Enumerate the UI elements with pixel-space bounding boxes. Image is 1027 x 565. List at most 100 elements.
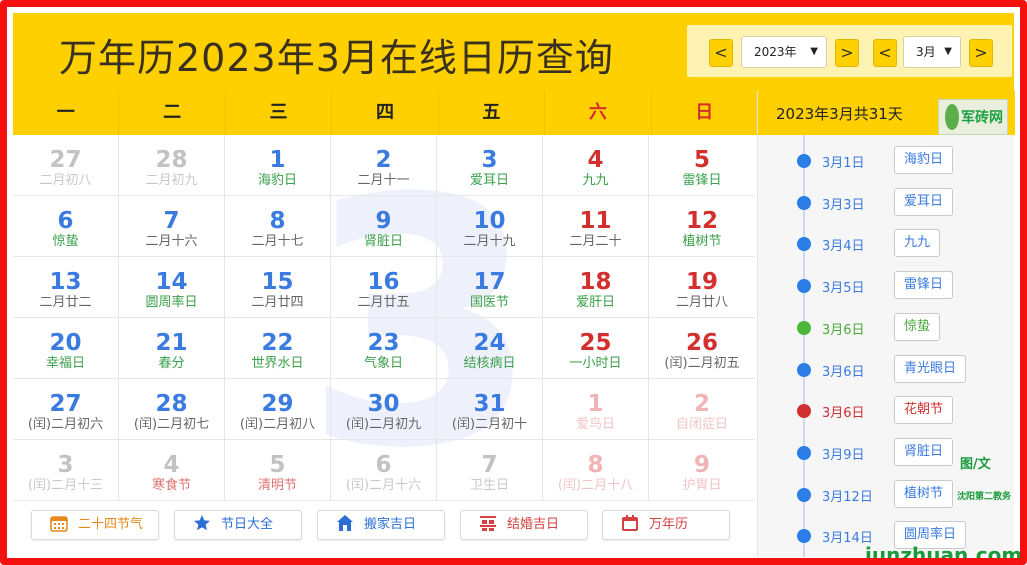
day-number: 14 [155, 269, 188, 295]
day-lunar-label: 春分 [158, 356, 185, 371]
day-cell[interactable]: 11 二月二十 [543, 196, 649, 257]
prev-year-button[interactable]: < [709, 39, 733, 67]
shortcut-button[interactable]: 结婚吉日 [460, 510, 588, 540]
shortcut-button-label: 万年历 [649, 517, 689, 532]
day-cell[interactable]: 1 海豹日 [225, 135, 331, 196]
day-number: 12 [685, 208, 718, 234]
day-cell[interactable]: 27 (闰)二月初六 [13, 379, 119, 440]
day-lunar-label: 二月十一 [357, 173, 410, 188]
shortcut-button-label: 搬家吉日 [364, 517, 417, 532]
event-tag[interactable]: 九九 [894, 229, 941, 258]
day-number: 5 [693, 147, 710, 173]
day-cell[interactable]: 12 植树节 [649, 196, 755, 257]
day-number: 27 [49, 391, 82, 417]
day-number: 23 [367, 330, 400, 356]
day-lunar-label: (闰)二月初八 [239, 417, 316, 432]
day-cell[interactable]: 25 一小时日 [543, 318, 649, 379]
day-cell[interactable]: 18 爱肝日 [543, 257, 649, 318]
day-cell[interactable]: 29 (闰)二月初八 [225, 379, 331, 440]
day-cell[interactable]: 16 二月廿五 [331, 257, 437, 318]
day-lunar-label: 圆周率日 [145, 295, 198, 310]
day-lunar-label: 肾脏日 [363, 234, 403, 249]
day-cell[interactable]: 5 清明节 [225, 440, 331, 501]
day-cell[interactable]: 30 (闰)二月初九 [331, 379, 437, 440]
star-icon [175, 515, 221, 532]
event-tag[interactable]: 雷锋日 [894, 271, 954, 300]
event-tag[interactable]: 肾脏日 [894, 437, 954, 466]
day-cell[interactable]: 10 二月十九 [437, 196, 543, 257]
day-cell[interactable]: 20 幸福日 [13, 318, 119, 379]
day-cell[interactable]: 9 护胃日 [649, 440, 755, 501]
timeline-dot-icon [797, 445, 811, 460]
day-cell[interactable]: 27 二月初八 [13, 135, 119, 196]
day-cell[interactable]: 3 爱耳日 [437, 135, 543, 196]
year-select[interactable]: 2023年 ▼ [741, 36, 827, 68]
event-tag[interactable]: 青光眼日 [894, 354, 967, 383]
day-cell[interactable]: 2 二月十一 [331, 135, 437, 196]
day-cell[interactable]: 13 二月廿二 [13, 257, 119, 318]
day-lunar-label: 护胃日 [682, 478, 722, 493]
day-cell[interactable]: 9 肾脏日 [331, 196, 437, 257]
day-cell[interactable]: 4 寒食节 [119, 440, 225, 501]
day-cell[interactable]: 28 二月初九 [119, 135, 225, 196]
shortcut-button[interactable]: 搬家吉日 [317, 510, 445, 540]
day-lunar-label: 爱鸟日 [575, 417, 615, 432]
month-select[interactable]: 3月 ▼ [903, 36, 961, 68]
shortcut-button[interactable]: 万年历 [602, 510, 730, 540]
day-cell[interactable]: 7 卫生日 [437, 440, 543, 501]
day-cell[interactable]: 17 国医节 [437, 257, 543, 318]
event-date: 3月1日 [822, 156, 865, 171]
day-cell[interactable]: 24 结核病日 [437, 318, 543, 379]
day-cell[interactable]: 2 自闭症日 [649, 379, 755, 440]
site-logo[interactable]: 军砖网 [938, 99, 1008, 135]
day-cell[interactable]: 3 (闰)二月十三 [13, 440, 119, 501]
day-cell[interactable]: 8 二月十七 [225, 196, 331, 257]
next-year-button[interactable]: > [835, 39, 859, 67]
shortcut-button[interactable]: 二十四节气 [31, 510, 159, 540]
day-number: 13 [49, 269, 82, 295]
event-tag[interactable]: 海豹日 [894, 146, 954, 174]
day-cell[interactable]: 22 世界水日 [225, 318, 331, 379]
day-lunar-label: 卫生日 [469, 478, 509, 493]
timeline-dot-icon [797, 529, 811, 544]
day-number: 8 [269, 208, 286, 234]
day-cell[interactable]: 4 九九 [543, 135, 649, 196]
day-cell[interactable]: 26 (闰)二月初五 [649, 318, 755, 379]
day-lunar-label: 二月十七 [251, 234, 304, 249]
event-date: 3月5日 [822, 281, 865, 297]
day-lunar-label: 二月廿五 [357, 295, 410, 310]
event-tag[interactable]: 花朝节 [894, 396, 954, 425]
event-tag[interactable]: 爱耳日 [894, 187, 954, 216]
day-cell[interactable]: 19 二月廿八 [649, 257, 755, 318]
day-cell[interactable]: 23 气象日 [331, 318, 437, 379]
day-cell[interactable]: 5 雷锋日 [649, 135, 755, 196]
day-cell[interactable]: 8 (闰)二月十八 [543, 440, 649, 501]
house-icon [318, 515, 364, 532]
date-controls: < 2023年 ▼ > < 3月 ▼ > [687, 25, 1012, 77]
calendar-grid: 3 27 二月初八 28 二月初九 1 海豹日 2 二月十一 3 爱耳日 4 九九 5 雷锋日 6 惊蛰 7 二月… [13, 135, 757, 501]
next-month-button[interactable]: > [969, 39, 993, 67]
day-cell[interactable]: 15 二月廿四 [225, 257, 331, 318]
shortcut-button[interactable]: 节日大全 [174, 510, 302, 540]
day-lunar-label: 二月初八 [39, 173, 92, 188]
day-number: 2 [375, 147, 392, 173]
timeline-dot-icon [797, 404, 811, 419]
logo-leaf-icon [945, 104, 959, 130]
event-tag[interactable]: 惊蛰 [894, 312, 941, 341]
day-cell[interactable]: 21 春分 [119, 318, 225, 379]
timeline-dot-icon [797, 279, 811, 294]
page-title: 万年历2023年3月在线日历查询 [59, 36, 614, 80]
day-cell[interactable]: 6 (闰)二月十六 [331, 440, 437, 501]
day-cell[interactable]: 7 二月十六 [119, 196, 225, 257]
day-cell[interactable]: 1 爱鸟日 [543, 379, 649, 440]
prev-month-button[interactable]: < [873, 39, 897, 67]
day-lunar-label: (闰)二月初七 [133, 417, 210, 432]
day-lunar-label: 爱肝日 [575, 295, 615, 310]
day-cell[interactable]: 28 (闰)二月初七 [119, 379, 225, 440]
day-cell[interactable]: 31 (闰)二月初十 [437, 379, 543, 440]
day-cell[interactable]: 14 圆周率日 [119, 257, 225, 318]
day-cell[interactable]: 6 惊蛰 [13, 196, 119, 257]
event-item: 3月4日 九九 [758, 229, 1015, 259]
event-tag[interactable]: 植树节 [894, 479, 954, 508]
shortcut-button-label: 节日大全 [221, 517, 274, 532]
